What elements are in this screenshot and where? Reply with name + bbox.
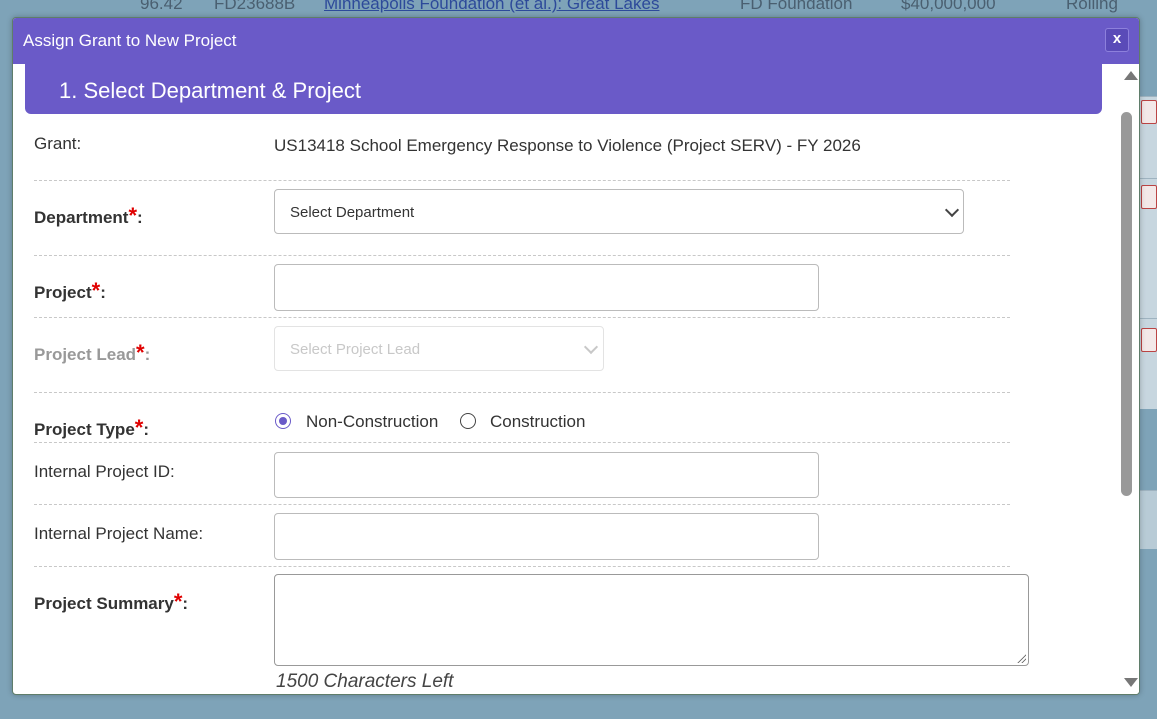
scrollbar-thumb[interactable] xyxy=(1121,112,1132,496)
radio-construction[interactable] xyxy=(460,413,476,429)
assign-grant-modal: Assign Grant to New Project x 1. Select … xyxy=(12,17,1140,695)
project-summary-label: Project Summary*: xyxy=(34,589,189,614)
scroll-down-arrow-icon[interactable] xyxy=(1124,678,1138,687)
bg-cell-type: FD Foundation xyxy=(740,0,853,13)
scroll-up-arrow-icon[interactable] xyxy=(1124,71,1138,80)
bg-cell-number: 96.42 xyxy=(140,0,183,13)
background-table-row: 96.42 FD23688B Minneapolis Foundation (e… xyxy=(0,0,1157,16)
modal-titlebar: Assign Grant to New Project x xyxy=(13,18,1139,64)
project-type-label: Project Type*: xyxy=(34,415,150,440)
bg-cell-amount: $40,000,000 xyxy=(901,0,996,13)
chevron-down-icon xyxy=(944,202,960,218)
bg-cell-deadline: Rolling xyxy=(1066,0,1118,13)
grant-label: Grant: xyxy=(34,134,82,153)
modal-title: Assign Grant to New Project xyxy=(23,31,237,50)
required-marker: * xyxy=(128,203,138,228)
grant-value: US13418 School Emergency Response to Vio… xyxy=(274,136,861,155)
divider xyxy=(34,566,1010,567)
project-summary-textarea[interactable] xyxy=(274,574,1029,666)
project-label: Project*: xyxy=(34,278,106,303)
department-select-value: Select Department xyxy=(290,204,415,221)
project-input[interactable] xyxy=(274,264,819,311)
pdf-icon[interactable] xyxy=(1141,100,1157,124)
characters-left: 1500 Characters Left xyxy=(276,671,454,692)
pdf-icon[interactable] xyxy=(1141,185,1157,209)
internal-project-name-label: Internal Project Name: xyxy=(34,524,204,543)
radio-non-construction-label[interactable]: Non-Construction xyxy=(306,412,438,432)
bg-cell-grant-link[interactable]: Minneapolis Foundation (et al.): Great L… xyxy=(324,0,659,12)
divider xyxy=(34,255,1010,256)
project-lead-select: Select Project Lead xyxy=(274,326,604,371)
section-header: 1. Select Department & Project xyxy=(25,64,1102,114)
resize-grip-icon[interactable] xyxy=(1016,653,1026,663)
required-marker: * xyxy=(136,340,145,365)
department-select[interactable]: Select Department xyxy=(274,189,964,234)
divider xyxy=(34,392,1010,393)
internal-project-name-input[interactable] xyxy=(274,513,819,560)
divider xyxy=(34,504,1010,505)
modal-scrollbar[interactable] xyxy=(1118,64,1139,694)
project-lead-label: Project Lead*: xyxy=(34,340,151,365)
required-marker: * xyxy=(91,278,101,303)
radio-construction-label[interactable]: Construction xyxy=(490,412,585,432)
bg-cell-id: FD23688B xyxy=(214,0,296,13)
radio-non-construction[interactable] xyxy=(275,413,291,429)
section-title: 1. Select Department & Project xyxy=(59,78,362,103)
internal-project-id-input[interactable] xyxy=(274,452,819,498)
divider xyxy=(34,180,1010,181)
chevron-down-icon xyxy=(583,339,599,355)
divider xyxy=(34,317,1010,318)
bg-row-edge xyxy=(1138,490,1157,549)
project-lead-select-value: Select Project Lead xyxy=(290,341,421,358)
divider xyxy=(34,442,1010,443)
pdf-icon[interactable] xyxy=(1141,328,1157,352)
internal-project-id-label: Internal Project ID: xyxy=(34,462,175,481)
close-button[interactable]: x xyxy=(1105,28,1129,52)
department-label: Department*: xyxy=(34,203,143,228)
